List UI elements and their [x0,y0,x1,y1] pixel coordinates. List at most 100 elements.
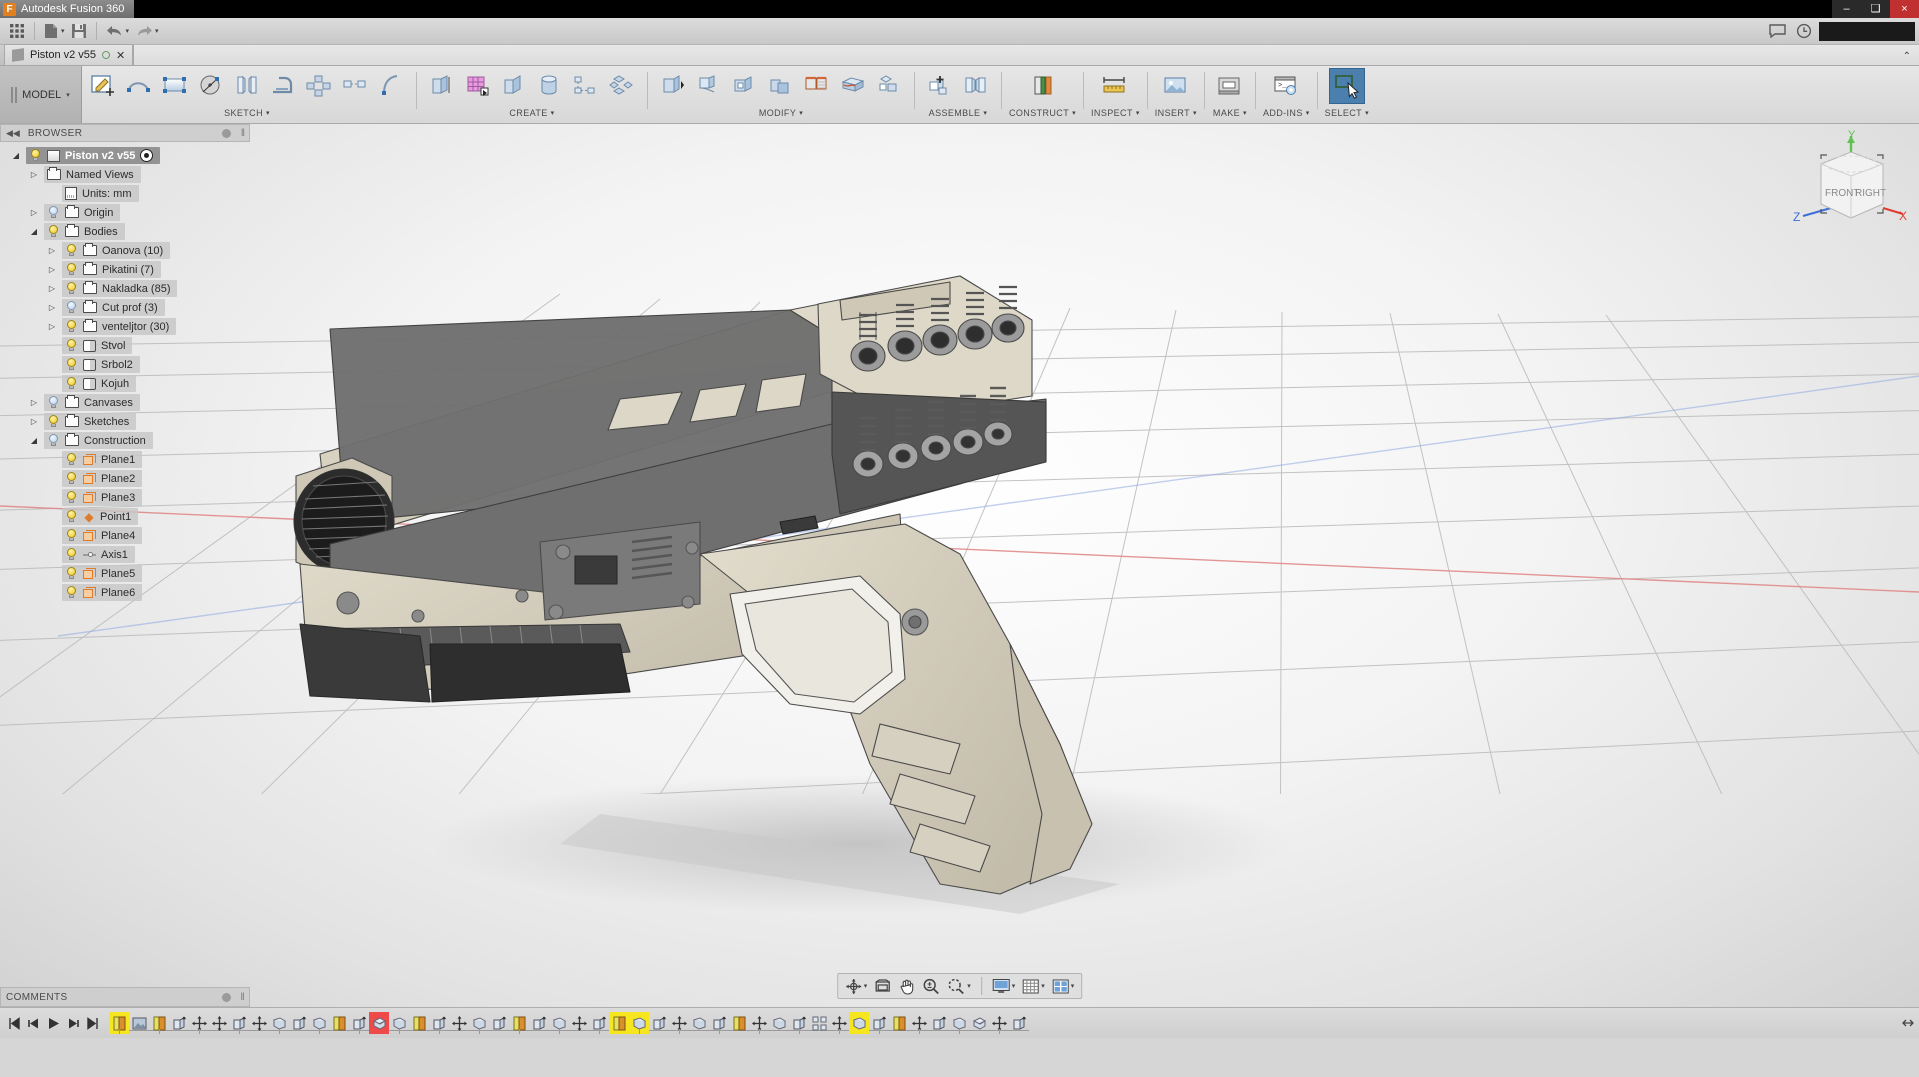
minimize-button[interactable]: – [1832,0,1861,18]
chevron-down-icon[interactable]: ▾ [266,109,270,117]
pattern-create-button[interactable] [568,68,604,104]
document-tab[interactable]: Piston v2 v55 ✕ [4,44,134,65]
visibility-bulb-icon[interactable] [65,282,78,295]
viewports-button[interactable]: ▾ [1049,975,1078,997]
chevron-down-icon[interactable]: ▾ [1365,109,1369,117]
visibility-bulb-icon[interactable] [47,415,60,428]
tree-item-point1[interactable]: ◆ Point1 [0,507,250,526]
comments-grip-icon[interactable]: ‖ [240,992,245,1003]
expand-arrow-icon[interactable]: ▷ [46,265,58,274]
chevron-down-icon[interactable]: ▾ [551,109,555,117]
measure-button[interactable] [1097,68,1133,104]
ribbon-group-label[interactable]: MODIFY ▾ [759,106,803,120]
comments-panel[interactable]: COMMENTS ‖ [0,987,250,1007]
offset-plane-button[interactable] [1025,68,1061,104]
expand-arrow-icon[interactable]: ▷ [46,303,58,312]
chevron-down-icon[interactable]: ▾ [1306,109,1310,117]
chevron-down-icon[interactable]: ▾ [1136,109,1140,117]
tree-item-plane2[interactable]: Plane2 [0,469,250,488]
chevron-down-icon[interactable]: ▾ [1012,982,1016,990]
orbit-button[interactable]: ▾ [842,975,871,997]
expand-arrow-icon[interactable]: ▷ [46,284,58,293]
timeline-fillet-feature[interactable] [369,1012,389,1034]
timeline-sketch-feature[interactable] [889,1012,909,1034]
timeline-sketch-feature[interactable] [729,1012,749,1034]
visibility-bulb-icon[interactable] [65,491,78,504]
chevron-down-icon[interactable]: ▾ [126,27,130,35]
comments-button[interactable] [1766,20,1789,42]
timeline-sketch-feature[interactable] [609,1012,629,1034]
tree-item-piston-v2-v55[interactable]: ◢ Piston v2 v55 [0,146,250,165]
extrude-button[interactable] [424,68,460,104]
chevron-down-icon[interactable]: ▾ [1071,982,1075,990]
ribbon-group-label[interactable]: MAKE ▾ [1213,106,1247,120]
app-grid-button[interactable] [6,20,28,42]
tree-item-cut-prof-3[interactable]: ▷ Cut prof (3) [0,298,250,317]
timeline-extrude-feature[interactable] [1009,1012,1029,1034]
tree-item-axis1[interactable]: Axis1 [0,545,250,564]
joint-button[interactable] [958,68,994,104]
visibility-bulb-icon[interactable] [65,453,78,466]
grid-snaps-button[interactable]: ▾ [1019,975,1048,997]
visibility-bulb-icon[interactable] [65,339,78,352]
spline-button[interactable] [121,68,157,104]
go-to-end-button[interactable] [84,1012,102,1034]
save-button[interactable] [68,20,90,42]
expand-arrow-icon[interactable]: ▷ [28,208,40,217]
expand-arrow-icon[interactable]: ▷ [46,322,58,331]
chevron-down-icon[interactable]: ▾ [61,27,65,35]
view-cube[interactable]: Y Z X FRONT RIGHT [1791,128,1911,238]
ribbon-group-label[interactable]: SKETCH ▾ [224,106,270,120]
visibility-bulb-icon[interactable] [65,244,78,257]
activate-component-icon[interactable] [140,149,154,162]
project-button[interactable] [337,68,373,104]
draft-button[interactable] [835,68,871,104]
chevron-down-icon[interactable]: ▾ [1243,109,1247,117]
split-face-button[interactable] [799,68,835,104]
visibility-bulb-icon[interactable] [65,529,78,542]
timeline-plane-feature[interactable] [849,1012,869,1034]
zoom-button[interactable] [919,975,943,997]
timeline-move-feature[interactable] [569,1012,589,1034]
go-to-beginning-button[interactable] [4,1012,22,1034]
collapse-panel-icon[interactable]: ◀◀ [6,128,20,139]
visibility-bulb-icon[interactable] [65,263,78,276]
circle-button[interactable] [193,68,229,104]
pan-button[interactable] [895,975,918,997]
3d-print-button[interactable] [1212,68,1248,104]
select-tool-button[interactable] [1328,68,1365,104]
timeline-pattern-feature[interactable] [809,1012,829,1034]
expand-arrow-icon[interactable]: ▷ [46,246,58,255]
new-component-assembly-button[interactable] [922,68,958,104]
chevron-down-icon[interactable]: ▾ [1072,109,1076,117]
play-button[interactable] [44,1012,62,1034]
workspace-switcher[interactable]: MODEL ▾ [0,66,82,123]
timeline-sketch-feature[interactable] [329,1012,349,1034]
chevron-down-icon[interactable]: ▾ [967,982,971,990]
scale-button[interactable] [871,68,907,104]
timeline-move-feature[interactable] [449,1012,469,1034]
tree-item-plane3[interactable]: Plane3 [0,488,250,507]
expand-arrow-icon[interactable]: ▷ [28,170,40,179]
tree-item-plane1[interactable]: Plane1 [0,450,250,469]
chevron-down-icon[interactable]: ▾ [1041,982,1045,990]
close-button[interactable]: × [1890,0,1919,18]
ribbon-group-label[interactable]: INSERT ▾ [1155,106,1197,120]
tree-item-plane6[interactable]: Plane6 [0,583,250,602]
rectangular-pattern-button[interactable] [301,68,337,104]
undo-button[interactable]: ▾ [103,20,133,42]
ribbon-group-label[interactable]: CONSTRUCT ▾ [1009,106,1076,120]
visibility-bulb-icon[interactable] [65,510,78,523]
arc-button[interactable] [373,68,409,104]
visibility-bulb-icon[interactable] [47,206,60,219]
box-button[interactable] [604,68,640,104]
chevron-down-icon[interactable]: ▾ [864,982,868,990]
visibility-bulb-icon[interactable] [65,377,78,390]
close-tab-icon[interactable]: ✕ [116,49,125,62]
expand-arrow-icon[interactable]: ▷ [28,417,40,426]
visibility-bulb-icon[interactable] [65,320,78,333]
ribbon-group-label[interactable]: ADD-INS ▾ [1263,106,1310,120]
maximize-button[interactable]: ❑ [1861,0,1890,18]
visibility-bulb-icon[interactable] [65,358,78,371]
viewport[interactable]: ◀◀ BROWSER ‖ ◢ Piston v2 v55 ▷ Named Views U… [0,124,1919,1007]
